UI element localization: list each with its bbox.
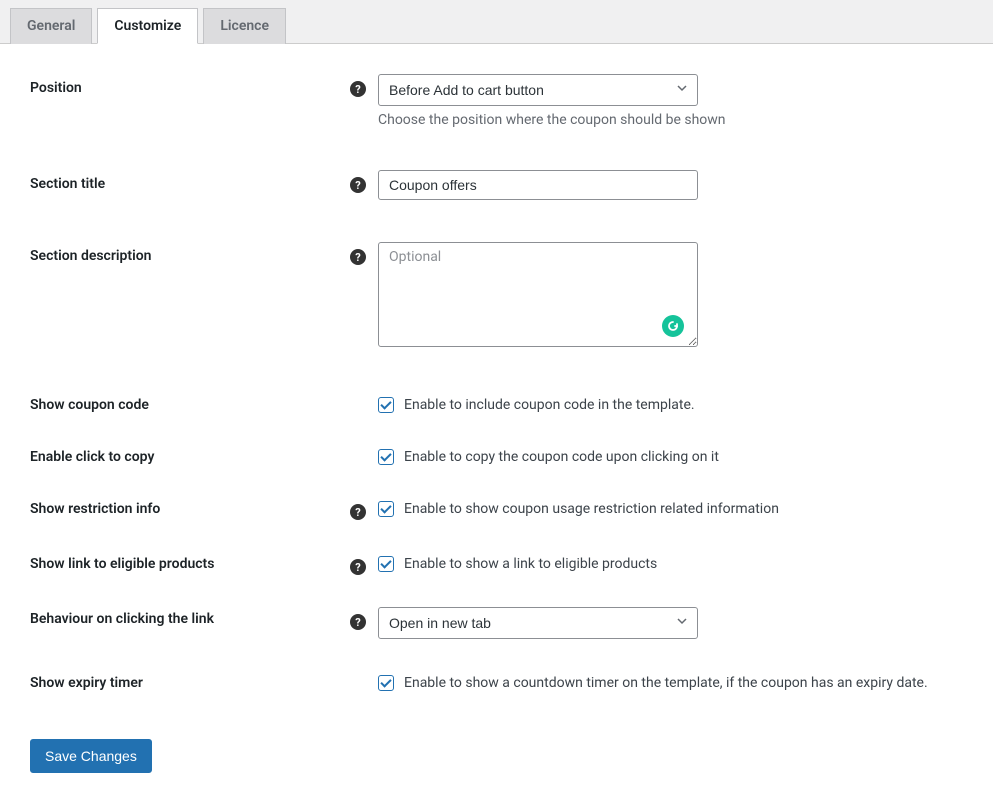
section-title-label: Section title: [30, 170, 350, 192]
section-title-input[interactable]: [378, 170, 698, 200]
link-eligible-label: Show link to eligible products: [30, 552, 350, 572]
expiry-timer-label: Show expiry timer: [30, 671, 350, 691]
field-position: Position ? Before Add to cart button Cho…: [30, 74, 973, 128]
section-description-textarea[interactable]: [378, 242, 698, 347]
restriction-info-checkbox[interactable]: [378, 501, 394, 517]
field-link-eligible: Show link to eligible products ? Enable …: [30, 552, 973, 575]
help-icon[interactable]: ?: [350, 249, 366, 265]
field-show-coupon-code: Show coupon code Enable to include coupo…: [30, 393, 973, 413]
expiry-timer-checkbox[interactable]: [378, 675, 394, 691]
help-icon[interactable]: ?: [350, 559, 366, 575]
help-icon[interactable]: ?: [350, 81, 366, 97]
field-click-to-copy: Enable click to copy Enable to copy the …: [30, 445, 973, 465]
position-description: Choose the position where the coupon sho…: [378, 112, 973, 128]
click-to-copy-label: Enable click to copy: [30, 445, 350, 465]
help-icon[interactable]: ?: [350, 504, 366, 520]
click-to-copy-checkbox[interactable]: [378, 449, 394, 465]
section-description-label: Section description: [30, 242, 350, 264]
field-behaviour-link: Behaviour on clicking the link ? Open in…: [30, 607, 973, 639]
tab-customize[interactable]: Customize: [97, 8, 198, 44]
tab-licence[interactable]: Licence: [203, 8, 286, 44]
field-restriction-info: Show restriction info ? Enable to show c…: [30, 497, 973, 520]
help-icon[interactable]: ?: [350, 177, 366, 193]
restriction-info-label: Show restriction info: [30, 497, 350, 517]
content: Position ? Before Add to cart button Cho…: [0, 44, 993, 793]
field-section-title: Section title ?: [30, 170, 973, 200]
show-coupon-code-checkbox[interactable]: [378, 397, 394, 413]
grammarly-icon: [662, 315, 684, 337]
help-icon[interactable]: ?: [350, 614, 366, 630]
click-to-copy-cb-label: Enable to copy the coupon code upon clic…: [404, 449, 719, 465]
position-label: Position: [30, 74, 350, 96]
tab-bar: General Customize Licence: [0, 0, 993, 44]
restriction-info-cb-label: Enable to show coupon usage restriction …: [404, 501, 779, 517]
behaviour-link-label: Behaviour on clicking the link: [30, 607, 350, 627]
field-expiry-timer: Show expiry timer Enable to show a count…: [30, 671, 973, 691]
link-eligible-checkbox[interactable]: [378, 556, 394, 572]
position-select[interactable]: Before Add to cart button: [378, 74, 698, 106]
link-eligible-cb-label: Enable to show a link to eligible produc…: [404, 556, 657, 572]
expiry-timer-cb-label: Enable to show a countdown timer on the …: [404, 675, 928, 691]
save-button[interactable]: Save Changes: [30, 739, 152, 773]
tab-general[interactable]: General: [10, 8, 92, 44]
field-section-description: Section description ?: [30, 242, 973, 351]
behaviour-link-select[interactable]: Open in new tab: [378, 607, 698, 639]
show-coupon-code-label: Show coupon code: [30, 393, 350, 413]
show-coupon-code-cb-label: Enable to include coupon code in the tem…: [404, 397, 695, 413]
